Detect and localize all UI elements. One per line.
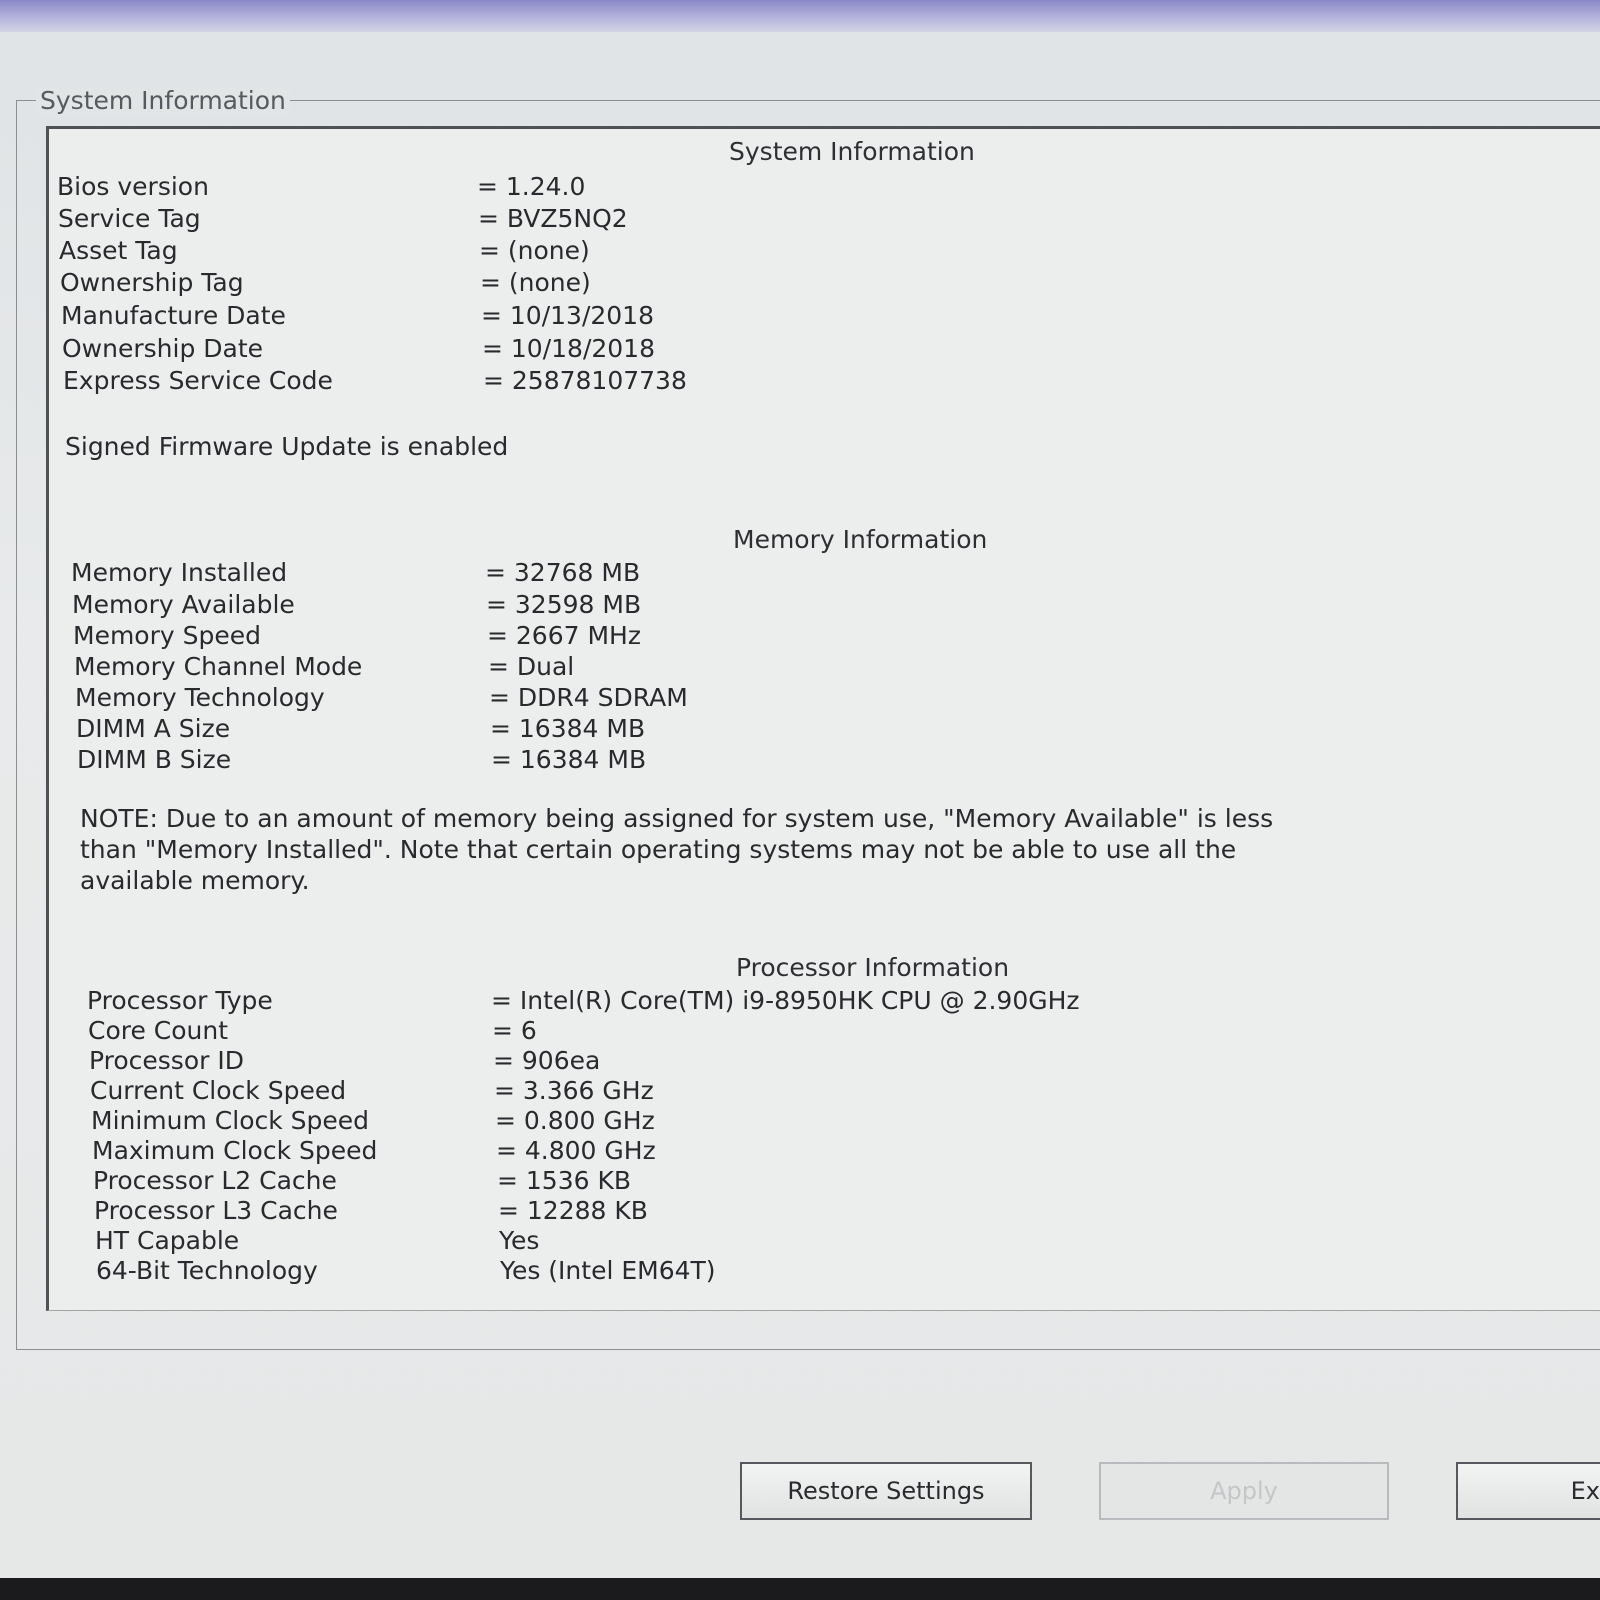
row-value: = 32768 MB bbox=[485, 558, 641, 587]
row-value: = 6 bbox=[492, 1016, 537, 1045]
memory-note-line: available memory. bbox=[80, 866, 310, 895]
row-value: Yes bbox=[499, 1226, 540, 1255]
row-value: = 4.800 GHz bbox=[496, 1136, 656, 1165]
row-value: = 10/13/2018 bbox=[481, 301, 654, 330]
screen-bezel-bottom bbox=[0, 1578, 1600, 1600]
row-value: = (none) bbox=[479, 236, 590, 265]
processor-section-title: Processor Information bbox=[736, 953, 1010, 982]
window-top-strip bbox=[0, 0, 1600, 32]
groupbox-title: System Information bbox=[36, 86, 290, 115]
apply-button[interactable]: Apply bbox=[1099, 1462, 1389, 1520]
memory-note: NOTE: Due to an amount of memory being a… bbox=[80, 803, 1273, 896]
memory-section-title: Memory Information bbox=[733, 525, 988, 554]
row-label: Memory Technology bbox=[75, 683, 325, 712]
signed-firmware-status: Signed Firmware Update is enabled bbox=[65, 432, 509, 461]
row-label: DIMM A Size bbox=[76, 714, 231, 743]
row-value: = 16384 MB bbox=[490, 714, 646, 743]
row-value: = 1.24.0 bbox=[477, 172, 586, 201]
info-panel: System Information Bios version = 1.24.0… bbox=[46, 126, 1600, 1311]
row-value: = 2667 MHz bbox=[487, 621, 641, 650]
exit-button[interactable]: Ex bbox=[1456, 1462, 1600, 1520]
memory-note-line: than "Memory Installed". Note that certa… bbox=[80, 835, 1237, 864]
row-label: Memory Installed bbox=[71, 558, 288, 587]
row-value: = 0.800 GHz bbox=[495, 1106, 655, 1135]
row-value: = 32598 MB bbox=[486, 590, 642, 619]
row-label: Processor ID bbox=[89, 1046, 244, 1075]
memory-note-line: NOTE: Due to an amount of memory being a… bbox=[80, 804, 1274, 833]
row-label: Express Service Code bbox=[63, 366, 333, 395]
system-section-title: System Information bbox=[729, 137, 975, 166]
row-label: Asset Tag bbox=[59, 236, 178, 265]
row-label: Ownership Date bbox=[62, 334, 264, 363]
row-label: Memory Available bbox=[72, 590, 295, 619]
row-value: = Dual bbox=[488, 652, 575, 681]
row-label: 64-Bit Technology bbox=[96, 1256, 318, 1285]
row-label: HT Capable bbox=[95, 1226, 240, 1255]
row-label: Memory Channel Mode bbox=[74, 652, 363, 681]
row-label: DIMM B Size bbox=[77, 745, 232, 774]
row-label: Minimum Clock Speed bbox=[91, 1106, 370, 1135]
row-value: = 906ea bbox=[493, 1046, 601, 1075]
row-label: Service Tag bbox=[58, 204, 201, 233]
row-value: = Intel(R) Core(TM) i9-8950HK CPU @ 2.90… bbox=[491, 986, 1080, 1015]
row-label: Current Clock Speed bbox=[90, 1076, 347, 1105]
row-value: = (none) bbox=[480, 268, 591, 297]
row-value: = 10/18/2018 bbox=[482, 334, 655, 363]
row-label: Memory Speed bbox=[73, 621, 261, 650]
row-label: Core Count bbox=[88, 1016, 229, 1045]
row-value: = DDR4 SDRAM bbox=[489, 683, 688, 712]
row-value: = 16384 MB bbox=[491, 745, 647, 774]
row-value: = BVZ5NQ2 bbox=[478, 204, 628, 233]
row-value: Yes (Intel EM64T) bbox=[500, 1256, 716, 1285]
row-label: Processor Type bbox=[87, 986, 273, 1015]
row-label: Manufacture Date bbox=[61, 301, 286, 330]
row-value: = 12288 KB bbox=[498, 1196, 648, 1225]
row-value: = 3.366 GHz bbox=[494, 1076, 654, 1105]
row-label: Maximum Clock Speed bbox=[92, 1136, 378, 1165]
row-value: = 25878107738 bbox=[483, 366, 687, 395]
row-label: Bios version bbox=[57, 172, 209, 201]
restore-settings-button[interactable]: Restore Settings bbox=[740, 1462, 1032, 1520]
row-label: Ownership Tag bbox=[60, 268, 244, 297]
row-value: = 1536 KB bbox=[497, 1166, 632, 1195]
row-label: Processor L3 Cache bbox=[94, 1196, 338, 1225]
row-label: Processor L2 Cache bbox=[93, 1166, 337, 1195]
